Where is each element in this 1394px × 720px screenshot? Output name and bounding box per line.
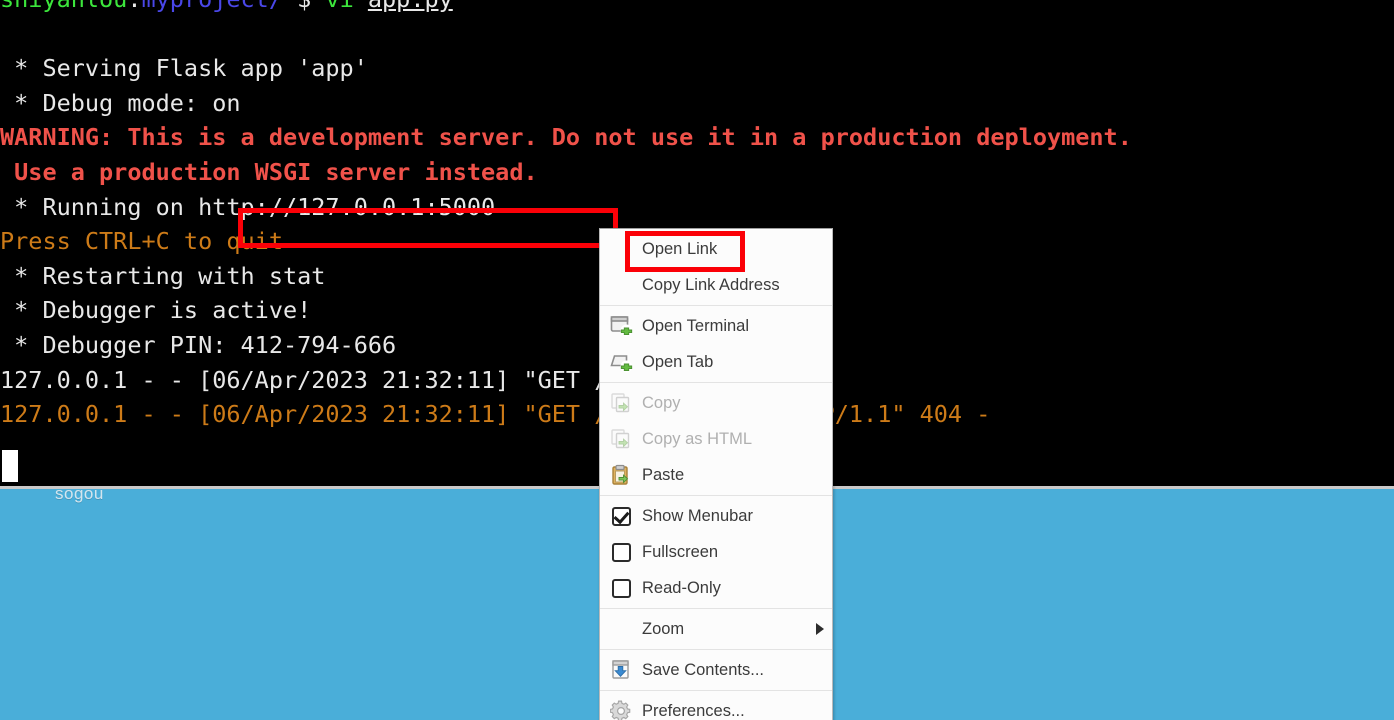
terminal-context-menu[interactable]: Open Link Copy Link Address Open Terminal O… xyxy=(599,228,833,720)
menu-item-label: Zoom xyxy=(642,619,685,638)
menu-item-label: Paste xyxy=(642,465,685,484)
menu-item-label: Copy as HTML xyxy=(642,429,753,448)
gear-icon xyxy=(609,700,634,720)
menu-item-read-only[interactable]: Read-Only xyxy=(600,570,832,606)
menu-item-label: Open Terminal xyxy=(642,316,750,335)
menu-item-paste[interactable]: Paste xyxy=(600,457,832,493)
menu-item-label: Copy Link Address xyxy=(642,275,780,294)
menu-item-copy: Copy xyxy=(600,385,832,421)
menu-separator xyxy=(600,495,832,496)
terminal-line: WARNING: This is a development server. D… xyxy=(0,123,1132,152)
terminal-add-icon xyxy=(610,315,634,337)
menu-item-copy-as-html: Copy as HTML xyxy=(600,421,832,457)
menu-separator xyxy=(600,305,832,306)
menu-item-label: Show Menubar xyxy=(642,506,753,525)
menu-item-label: Save Contents... xyxy=(642,660,764,679)
menu-item-fullscreen[interactable]: Fullscreen xyxy=(600,534,832,570)
chevron-right-icon xyxy=(816,623,824,635)
copy-icon xyxy=(610,428,634,450)
menu-separator xyxy=(600,382,832,383)
terminal-line: * Running on http://127.0.0.1:5000 xyxy=(0,192,496,221)
menu-item-label: Copy xyxy=(642,393,681,412)
menu-item-copy-link-address[interactable]: Copy Link Address xyxy=(600,267,832,303)
menu-item-show-menubar[interactable]: Show Menubar xyxy=(600,498,832,534)
checkbox-read-only-icon[interactable] xyxy=(612,578,631,598)
menu-item-open-tab[interactable]: Open Tab xyxy=(600,344,832,380)
paste-icon xyxy=(610,464,634,486)
copy-icon xyxy=(610,392,634,414)
menu-item-open-link[interactable]: Open Link xyxy=(600,231,832,267)
menu-item-label: Read-Only xyxy=(642,578,721,597)
menu-item-label: Open Link xyxy=(642,239,718,258)
terminal-prompt-line: shiyanlou:myproject/ $ vi app.py xyxy=(0,0,1394,17)
terminal-cursor xyxy=(2,450,18,482)
menu-item-label: Open Tab xyxy=(642,352,714,371)
tab-add-icon xyxy=(610,351,634,373)
checkbox-fullscreen-icon[interactable] xyxy=(612,542,631,562)
menu-item-zoom[interactable]: Zoom xyxy=(600,611,832,647)
menu-separator xyxy=(600,649,832,650)
menu-item-preferences[interactable]: Preferences... xyxy=(600,693,832,720)
menu-separator xyxy=(600,690,832,691)
menu-item-label: Fullscreen xyxy=(642,542,719,561)
menu-item-open-terminal[interactable]: Open Terminal xyxy=(600,308,832,344)
save-icon xyxy=(610,659,634,681)
terminal-line: * Serving Flask app 'app' xyxy=(0,54,368,83)
terminal-line: * Debug mode: on xyxy=(0,88,241,117)
menu-item-label: Preferences... xyxy=(642,701,745,720)
desktop-screen: sogou shiyanlou:myproject/ $ vi app.py *… xyxy=(0,0,1394,720)
terminal-line: Use a production WSGI server instead. xyxy=(0,157,538,186)
menu-separator xyxy=(600,608,832,609)
checkbox-show-menubar-icon[interactable] xyxy=(612,506,631,526)
menu-item-save-contents[interactable]: Save Contents... xyxy=(600,652,832,688)
